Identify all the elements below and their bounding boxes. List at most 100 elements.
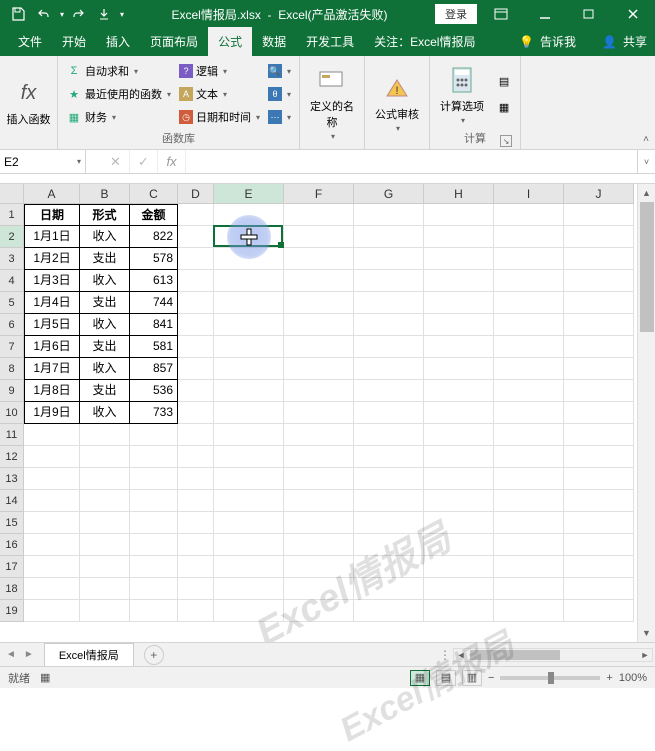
tab-attention[interactable]: 关注：Excel情报局 xyxy=(364,27,485,56)
cell-D4[interactable] xyxy=(178,270,214,292)
col-header-D[interactable]: D xyxy=(178,184,214,204)
cell-D6[interactable] xyxy=(178,314,214,336)
cell-D15[interactable] xyxy=(178,512,214,534)
cell-J1[interactable] xyxy=(564,204,634,226)
cell-G7[interactable] xyxy=(354,336,424,358)
cell-I17[interactable] xyxy=(494,556,564,578)
cell-A14[interactable] xyxy=(24,490,80,512)
cell-I15[interactable] xyxy=(494,512,564,534)
cell-E1[interactable] xyxy=(214,204,284,226)
cancel-formula-icon[interactable]: ✕ xyxy=(102,150,130,173)
financial-button[interactable]: ▦财务▾ xyxy=(64,106,173,128)
col-header-G[interactable]: G xyxy=(354,184,424,204)
cell-E8[interactable] xyxy=(214,358,284,380)
cell-I16[interactable] xyxy=(494,534,564,556)
cell-H5[interactable] xyxy=(424,292,494,314)
cell-C16[interactable] xyxy=(130,534,178,556)
redo-icon[interactable] xyxy=(66,3,90,25)
cell-B6[interactable]: 收入 xyxy=(80,314,130,336)
cell-C8[interactable]: 857 xyxy=(130,358,178,380)
cell-J4[interactable] xyxy=(564,270,634,292)
zoom-out-button[interactable]: − xyxy=(488,672,494,684)
cell-F11[interactable] xyxy=(284,424,354,446)
cell-E11[interactable] xyxy=(214,424,284,446)
tab-insert[interactable]: 插入 xyxy=(96,27,140,56)
cell-B8[interactable]: 收入 xyxy=(80,358,130,380)
cell-A9[interactable]: 1月8日 xyxy=(24,380,80,402)
datetime-button[interactable]: ◷日期和时间▾ xyxy=(177,106,262,128)
math-button[interactable]: θ▾ xyxy=(266,83,293,105)
cell-D13[interactable] xyxy=(178,468,214,490)
fx-button[interactable]: fx xyxy=(158,150,186,173)
row-header-10[interactable]: 10 xyxy=(0,402,24,424)
cell-H15[interactable] xyxy=(424,512,494,534)
logical-button[interactable]: ?逻辑▾ xyxy=(177,60,262,82)
cell-G1[interactable] xyxy=(354,204,424,226)
cell-E4[interactable] xyxy=(214,270,284,292)
cell-B11[interactable] xyxy=(80,424,130,446)
zoom-level[interactable]: 100% xyxy=(619,672,647,684)
cell-B15[interactable] xyxy=(80,512,130,534)
zoom-slider[interactable] xyxy=(500,676,600,680)
tab-page-layout[interactable]: 页面布局 xyxy=(140,27,208,56)
cell-E16[interactable] xyxy=(214,534,284,556)
col-header-I[interactable]: I xyxy=(494,184,564,204)
cell-B14[interactable] xyxy=(80,490,130,512)
cell-F3[interactable] xyxy=(284,248,354,270)
vertical-scrollbar[interactable]: ▲ ▼ xyxy=(637,184,655,642)
cell-C2[interactable]: 822 xyxy=(130,226,178,248)
cell-G6[interactable] xyxy=(354,314,424,336)
cell-C4[interactable]: 613 xyxy=(130,270,178,292)
cell-F4[interactable] xyxy=(284,270,354,292)
row-header-12[interactable]: 12 xyxy=(0,446,24,468)
row-header-15[interactable]: 15 xyxy=(0,512,24,534)
cell-I3[interactable] xyxy=(494,248,564,270)
cell-G16[interactable] xyxy=(354,534,424,556)
hscroll-thumb[interactable] xyxy=(470,650,560,660)
formula-input[interactable] xyxy=(186,150,637,173)
cell-F1[interactable] xyxy=(284,204,354,226)
cell-H11[interactable] xyxy=(424,424,494,446)
tab-devtools[interactable]: 开发工具 xyxy=(296,27,364,56)
cell-B4[interactable]: 收入 xyxy=(80,270,130,292)
row-header-4[interactable]: 4 xyxy=(0,270,24,292)
cell-D11[interactable] xyxy=(178,424,214,446)
cell-J6[interactable] xyxy=(564,314,634,336)
scroll-down-icon[interactable]: ▼ xyxy=(638,624,655,642)
split-handle[interactable]: ⋮ xyxy=(439,648,451,662)
cell-D17[interactable] xyxy=(178,556,214,578)
sheet-tab[interactable]: Excel情报局 xyxy=(44,643,134,666)
cell-I2[interactable] xyxy=(494,226,564,248)
cell-J10[interactable] xyxy=(564,402,634,424)
horizontal-scrollbar[interactable]: ◄ ► xyxy=(453,648,653,662)
cell-G10[interactable] xyxy=(354,402,424,424)
cell-E15[interactable] xyxy=(214,512,284,534)
tab-formulas[interactable]: 公式 xyxy=(208,27,252,56)
name-box[interactable]: E2▾ xyxy=(0,150,86,173)
cell-J16[interactable] xyxy=(564,534,634,556)
minimize-icon[interactable] xyxy=(525,0,565,28)
cell-D18[interactable] xyxy=(178,578,214,600)
cell-J7[interactable] xyxy=(564,336,634,358)
cell-E6[interactable] xyxy=(214,314,284,336)
macro-record-icon[interactable]: ▦ xyxy=(40,671,50,684)
cell-A1[interactable]: 日期 xyxy=(24,204,80,226)
cell-H19[interactable] xyxy=(424,600,494,622)
cell-F7[interactable] xyxy=(284,336,354,358)
cell-G2[interactable] xyxy=(354,226,424,248)
cell-A4[interactable]: 1月3日 xyxy=(24,270,80,292)
cell-H14[interactable] xyxy=(424,490,494,512)
cell-H13[interactable] xyxy=(424,468,494,490)
cell-J13[interactable] xyxy=(564,468,634,490)
cell-H7[interactable] xyxy=(424,336,494,358)
cell-G3[interactable] xyxy=(354,248,424,270)
sheet-nav-prev-icon[interactable]: ◄ xyxy=(6,649,16,660)
cell-H8[interactable] xyxy=(424,358,494,380)
cell-G13[interactable] xyxy=(354,468,424,490)
cell-B17[interactable] xyxy=(80,556,130,578)
cell-D7[interactable] xyxy=(178,336,214,358)
more-functions-button[interactable]: ⋯▾ xyxy=(266,106,293,128)
cell-H4[interactable] xyxy=(424,270,494,292)
col-header-C[interactable]: C xyxy=(130,184,178,204)
collapse-ribbon-icon[interactable]: ˄ xyxy=(643,134,649,145)
